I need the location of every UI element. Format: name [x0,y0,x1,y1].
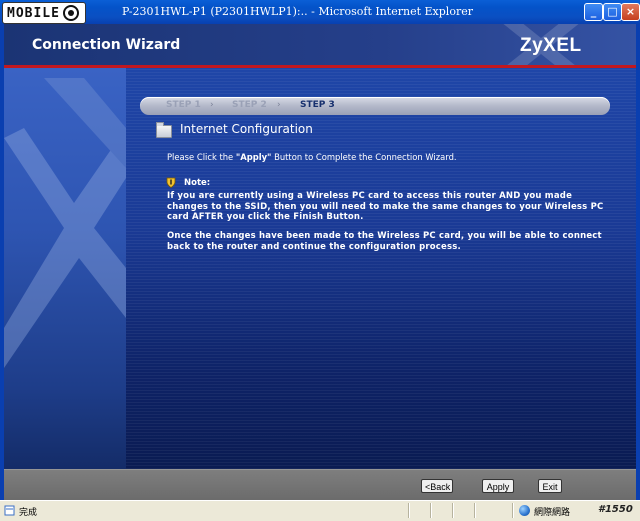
page-done-icon [4,505,15,516]
status-bar: 完成 網際網路 #1550 [0,500,640,521]
section-title: Internet Configuration [180,122,313,136]
title-bar: MOBILE P-2301HWL-P1 (P2301HWLP1):.. - Mi… [0,0,640,24]
zyxel-logo: ZyXEL [520,35,582,56]
step-arrow-1: › [210,100,214,110]
wizard-header: Connection Wizard ZyXEL [4,24,636,74]
step-3-current: STEP 3 [300,100,335,110]
status-separator [452,503,453,518]
status-separator [430,503,431,518]
folder-icon [156,122,172,138]
logo-eye-icon [62,5,79,21]
apply-button[interactable]: Apply [482,479,514,493]
wizard-title: Connection Wizard [32,37,181,53]
maximize-button[interactable]: □ [603,3,622,21]
status-separator [408,503,409,518]
note-paragraph-1: If you are currently using a Wireless PC… [167,191,604,222]
wizard-footer: <Back Apply Exit [4,469,636,500]
instruction-suffix: Button to Complete the Connection Wizard… [271,152,457,162]
mobile01-logo: MOBILE [2,2,86,24]
status-text: 完成 [19,508,38,518]
step-arrow-2: › [277,100,281,110]
note-paragraph-2: Once the changes have been made to the W… [167,231,602,252]
zone-text: 網際網路 [534,508,571,518]
close-button[interactable]: × [621,3,640,21]
instruction-emphasis: "Apply" [235,152,272,162]
status-separator [512,503,513,518]
step-progress-bar: STEP 1 › STEP 2 › STEP 3 [140,97,610,115]
instruction-text: Please Click the "Apply" Button to Compl… [167,152,457,162]
window-title: P-2301HWL-P1 (P2301HWLP1):.. - Microsoft… [122,5,473,18]
status-separator [474,503,475,518]
back-button[interactable]: <Back [421,479,453,493]
step-1: STEP 1 [166,100,201,110]
watermark: #1550 [598,504,633,515]
left-decor-panel [4,68,126,469]
note-shield-icon [166,177,176,188]
exit-button[interactable]: Exit [538,479,562,493]
left-x-decoration-icon [4,78,126,368]
step-2: STEP 2 [232,100,267,110]
browser-window: Connection Wizard ZyXEL STEP 1 › STEP 2 … [0,24,640,500]
wizard-content: STEP 1 › STEP 2 › STEP 3 Internet Config… [4,68,636,469]
instruction-prefix: Please Click the [167,152,236,162]
logo-text: MOBILE [7,5,60,21]
note-label: Note: [184,178,211,188]
minimize-button[interactable]: _ [584,3,603,21]
internet-zone-icon [519,505,530,516]
